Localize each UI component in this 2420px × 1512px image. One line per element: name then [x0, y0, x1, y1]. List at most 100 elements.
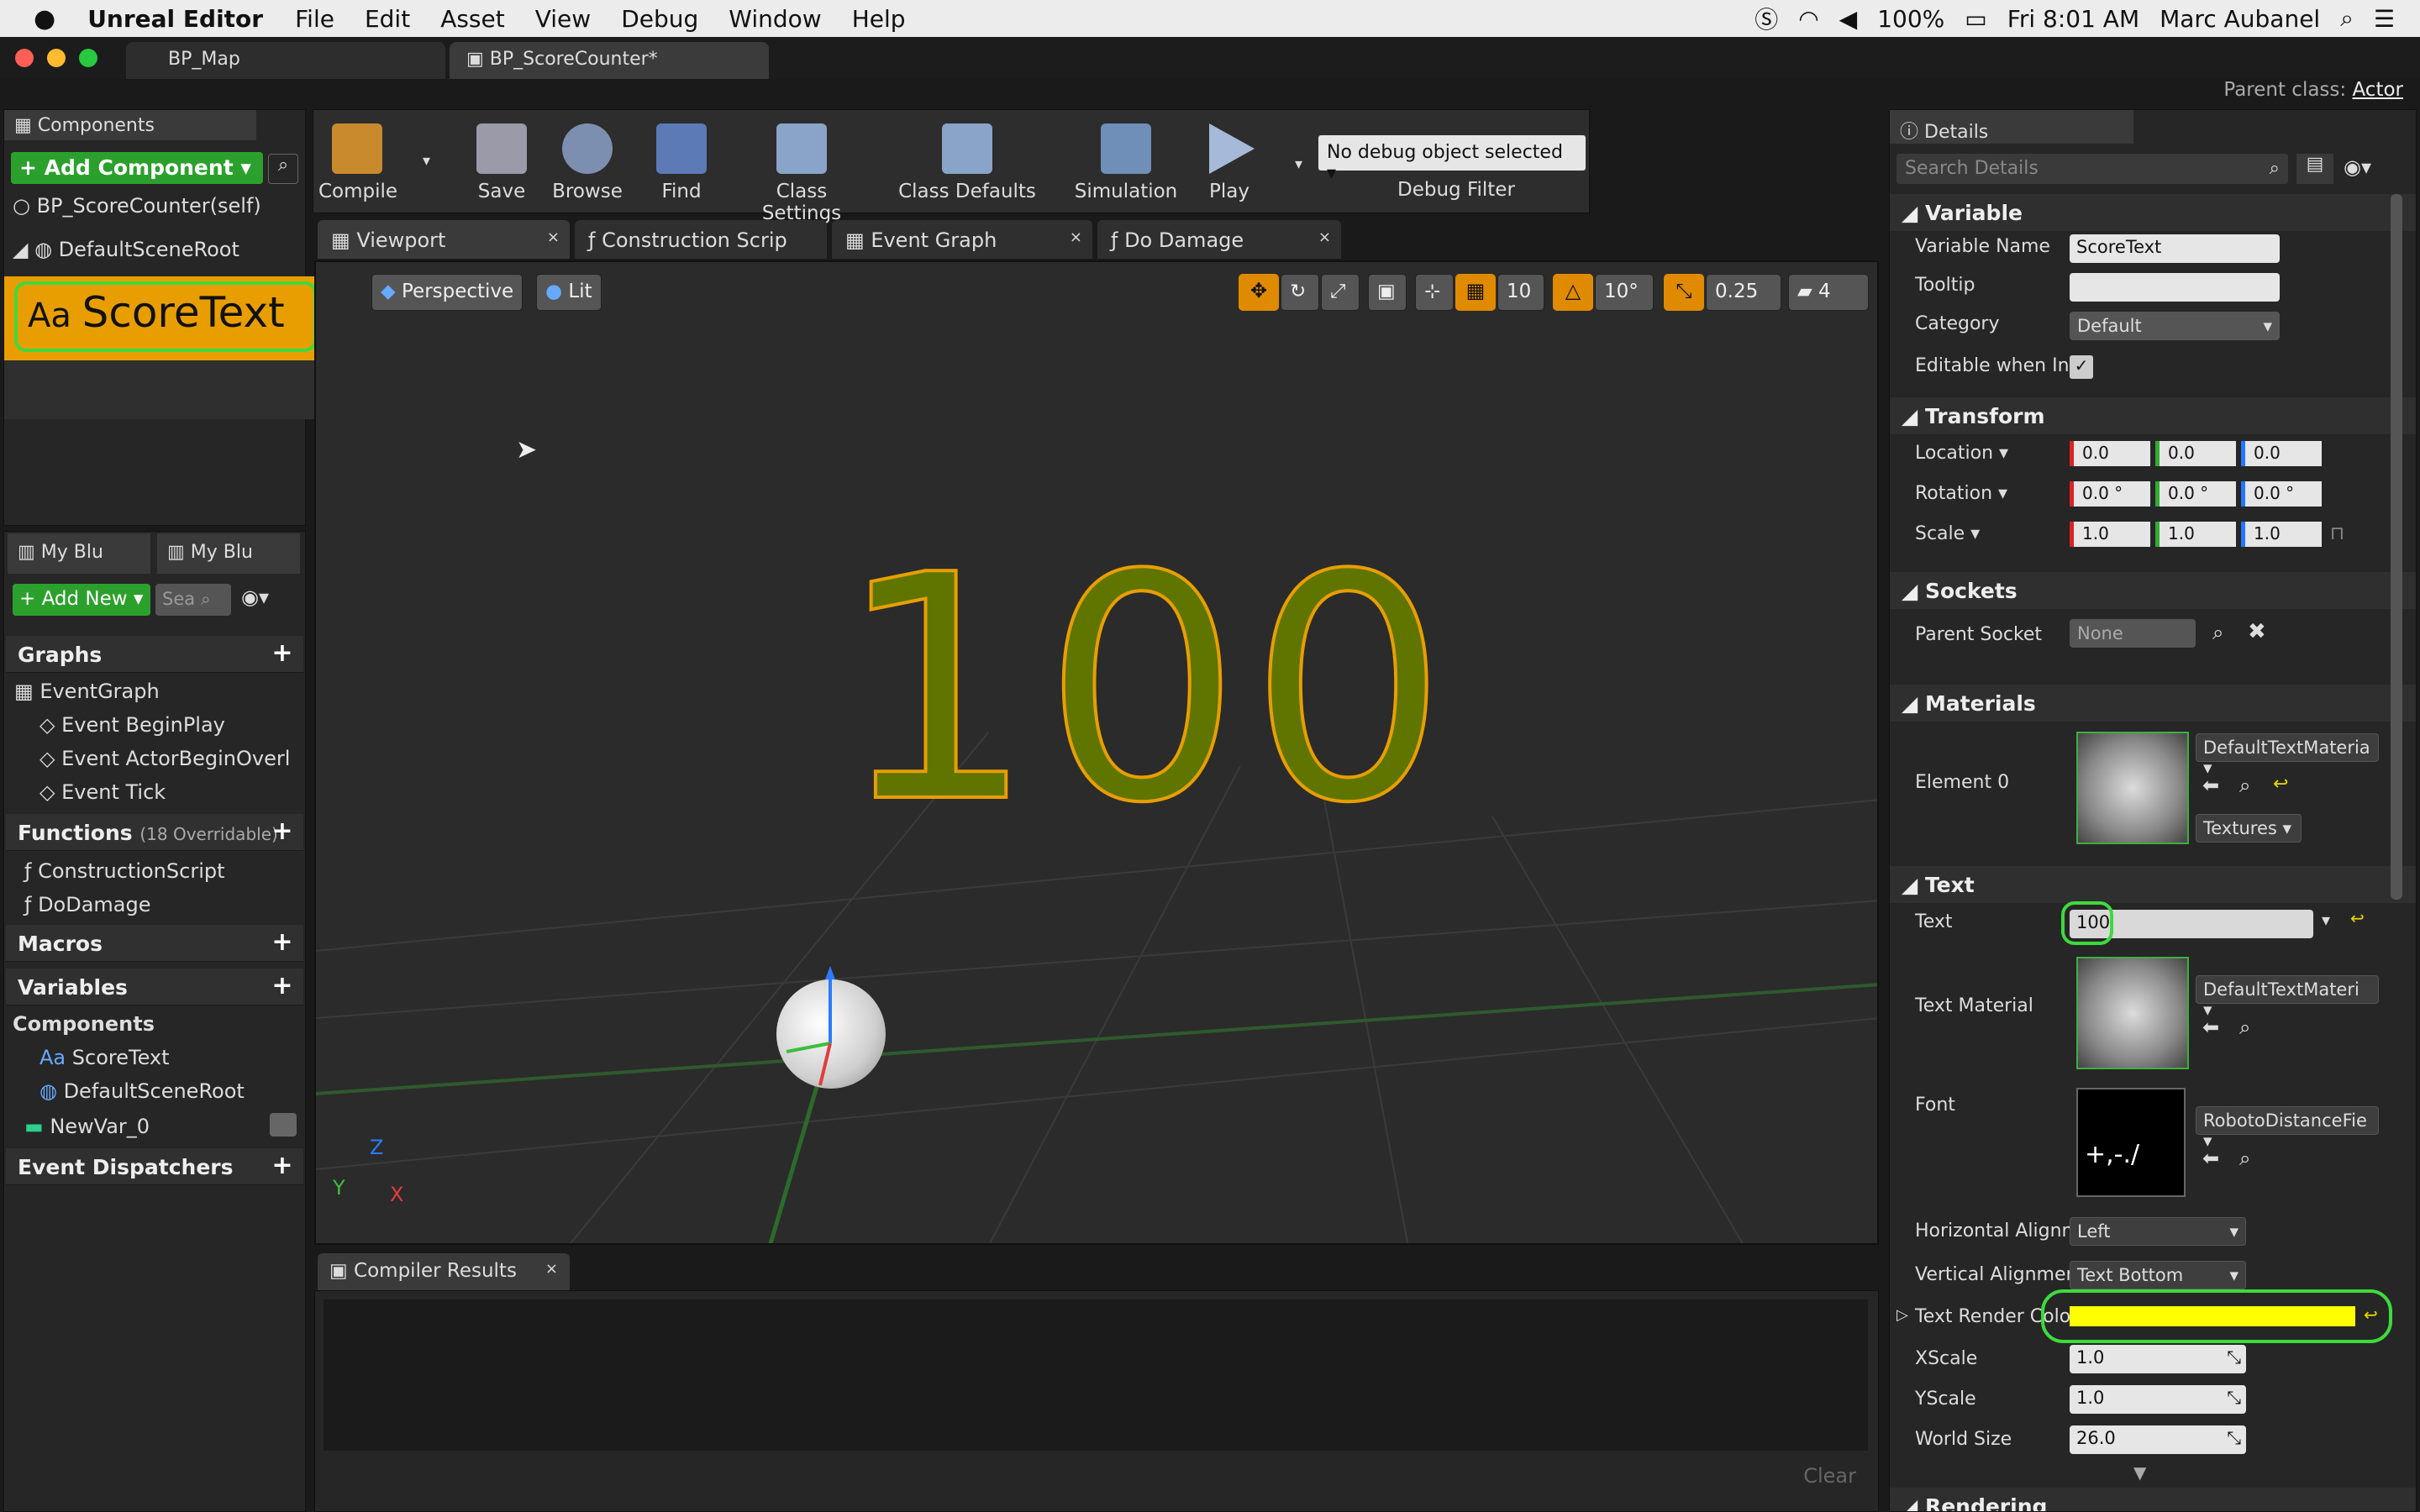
- browse-font-icon[interactable]: ⌕: [2239, 1147, 2250, 1170]
- volume-icon[interactable]: ◀: [1839, 5, 1858, 33]
- menu-help[interactable]: Help: [852, 5, 906, 33]
- surface-snap-icon[interactable]: ⊹: [1415, 274, 1454, 311]
- grid-snap-icon[interactable]: ▦: [1455, 274, 1496, 311]
- tab-viewport[interactable]: ▦ Viewport ×: [318, 220, 570, 259]
- property-matrix-icon[interactable]: ▤: [2296, 154, 2333, 184]
- rotate-mode-icon[interactable]: ↻: [1281, 274, 1319, 311]
- use-selected-arrow-icon[interactable]: ⬅: [2202, 774, 2219, 797]
- score-text-render[interactable]: 100: [835, 521, 1455, 860]
- text-material-thumbnail[interactable]: [2076, 957, 2189, 1069]
- menu-asset[interactable]: Asset: [440, 5, 505, 33]
- view-options-eye-icon[interactable]: ◉▾: [2344, 155, 2371, 179]
- compiler-results-tab[interactable]: ▣ Compiler Results ×: [318, 1253, 570, 1290]
- spotlight-icon[interactable]: ⌕: [2340, 4, 2354, 33]
- xscale-field[interactable]: 1.0 ⤡: [2070, 1345, 2246, 1373]
- rotation-z-field[interactable]: 0.0 °: [2241, 481, 2322, 507]
- scale-mode-icon[interactable]: ⤢: [1321, 274, 1360, 311]
- close-tab-icon[interactable]: ×: [547, 228, 560, 246]
- menu-file[interactable]: File: [295, 5, 334, 33]
- clock[interactable]: Fri 8:01 AM: [2007, 5, 2139, 33]
- clear-socket-icon[interactable]: ✖: [2248, 619, 2266, 644]
- rotation-y-field[interactable]: 0.0 °: [2155, 481, 2236, 507]
- horizontal-alignment-dropdown[interactable]: Left ▾: [2070, 1217, 2246, 1246]
- zoom-window-button[interactable]: [79, 49, 97, 67]
- location-label[interactable]: Location ▾: [1915, 443, 2008, 464]
- close-tab-icon[interactable]: ×: [1070, 228, 1082, 246]
- transform-section[interactable]: ◢ Transform: [1890, 397, 2416, 434]
- debug-object-select[interactable]: No debug object selected ▾: [1318, 135, 1586, 184]
- user-name[interactable]: Marc Aubanel: [2160, 5, 2320, 33]
- add-variable-icon[interactable]: +: [270, 974, 295, 999]
- clear-button[interactable]: Clear: [1803, 1464, 1856, 1488]
- add-new-button[interactable]: + Add New ▾: [13, 584, 150, 616]
- tab-bp-scorecounter[interactable]: ▣ BP_ScoreCounter*: [450, 42, 769, 79]
- graph-item-tick[interactable]: ◇ Event Tick: [39, 775, 166, 809]
- components-tab[interactable]: ▦ Components: [4, 110, 256, 140]
- details-scrollbar[interactable]: [2391, 194, 2402, 900]
- minimize-window-button[interactable]: [47, 49, 66, 67]
- close-tab-icon[interactable]: ×: [545, 1260, 558, 1278]
- battery-icon[interactable]: ▭: [1965, 5, 1986, 33]
- skype-icon[interactable]: Ⓢ: [1754, 2, 1778, 35]
- my-blueprint-tab-2[interactable]: ▥ My Blu: [157, 533, 300, 574]
- yscale-field[interactable]: 1.0 ⤡: [2070, 1385, 2246, 1414]
- simulation-button[interactable]: Simulation: [1063, 110, 1189, 214]
- reset-default-icon[interactable]: ↩: [2273, 774, 2288, 795]
- scale-label[interactable]: Scale ▾: [1915, 523, 1980, 544]
- tab-do-damage[interactable]: ƒ Do Damage ×: [1097, 220, 1341, 259]
- scroll-more-icon[interactable]: ▼: [2133, 1462, 2146, 1483]
- sockets-section[interactable]: ◢ Sockets: [1890, 572, 2416, 609]
- my-blueprint-tab-1[interactable]: ▥ My Blu: [8, 533, 150, 574]
- tab-bp-map[interactable]: BP_Map: [126, 42, 445, 79]
- graphs-section[interactable]: Graphs +: [6, 636, 303, 673]
- tab-event-graph[interactable]: ▦ Event Graph ×: [832, 220, 1092, 259]
- use-selected-arrow-icon[interactable]: ⬅: [2202, 1147, 2219, 1170]
- materials-section[interactable]: ◢ Materials: [1890, 685, 2416, 722]
- visibility-eye-icon[interactable]: ◉▾: [241, 585, 269, 609]
- variable-section[interactable]: ◢ Variable: [1890, 194, 2416, 231]
- class-settings-button[interactable]: Class Settings: [739, 110, 865, 224]
- rotation-snap-value[interactable]: 10°: [1595, 274, 1654, 311]
- graph-item-eventgraph[interactable]: ▦ EventGraph: [14, 675, 160, 708]
- scale-snap-value[interactable]: 0.25: [1706, 274, 1781, 311]
- details-tab[interactable]: ⓘ Details: [1890, 110, 2133, 144]
- text-options-chevron-icon[interactable]: ▾: [2322, 910, 2330, 930]
- menu-window[interactable]: Window: [729, 5, 821, 33]
- add-macro-icon[interactable]: +: [270, 930, 295, 955]
- use-selected-arrow-icon[interactable]: ⬅: [2202, 1016, 2219, 1039]
- lit-button[interactable]: ● Lit: [536, 274, 602, 311]
- camera-speed-button[interactable]: ▰ 4: [1788, 274, 1869, 311]
- expand-arrow-icon[interactable]: ▷: [1897, 1306, 1908, 1324]
- scale-x-field[interactable]: 1.0: [2070, 522, 2150, 547]
- menu-debug[interactable]: Debug: [621, 5, 698, 33]
- add-graph-icon[interactable]: +: [270, 641, 295, 666]
- variable-scoretext[interactable]: Aa ScoreText: [39, 1041, 170, 1074]
- grid-snap-value[interactable]: 10: [1497, 274, 1544, 311]
- rotation-snap-icon[interactable]: △: [1553, 274, 1593, 311]
- editable-checkbox[interactable]: ✓: [2070, 355, 2093, 379]
- location-z-field[interactable]: 0.0: [2241, 441, 2322, 466]
- event-dispatchers-section[interactable]: Event Dispatchers +: [6, 1148, 303, 1185]
- scale-snap-icon[interactable]: ⤡: [1664, 274, 1704, 311]
- transform-gizmo[interactable]: [761, 959, 929, 1127]
- vertical-alignment-dropdown[interactable]: Text Bottom ▾: [2070, 1261, 2246, 1289]
- wifi-icon[interactable]: ◠: [1798, 5, 1818, 33]
- category-dropdown[interactable]: Default ▾: [2070, 312, 2280, 340]
- tooltip-field[interactable]: [2070, 273, 2280, 302]
- apple-icon[interactable]: ●: [34, 4, 55, 34]
- function-item-constructionscript[interactable]: ƒ ConstructionScript: [24, 854, 225, 888]
- parent-socket-field[interactable]: None: [2070, 619, 2196, 648]
- perspective-button[interactable]: ◆ Perspective: [371, 274, 523, 311]
- function-item-dodamage[interactable]: ƒ DoDamage: [24, 888, 151, 921]
- add-component-button[interactable]: + Add Component ▾: [11, 152, 263, 184]
- close-window-button[interactable]: [15, 49, 34, 67]
- search-components-icon[interactable]: ⌕: [268, 154, 298, 184]
- menu-view[interactable]: View: [535, 5, 591, 33]
- viewport[interactable]: ◆ Perspective ● Lit ✥ ↻ ⤢ ▣ ⊹ ▦ 10 △ 10°…: [314, 260, 1879, 1245]
- parent-class-value[interactable]: Actor: [2352, 79, 2403, 101]
- add-function-icon[interactable]: +: [270, 819, 295, 844]
- graph-item-beginplay[interactable]: ◇ Event BeginPlay: [39, 708, 225, 742]
- variable-defaultsceneroot[interactable]: ◍ DefaultSceneRoot: [39, 1074, 245, 1108]
- lock-scale-icon[interactable]: ⊓: [2330, 523, 2344, 544]
- variables-section[interactable]: Variables +: [6, 969, 303, 1005]
